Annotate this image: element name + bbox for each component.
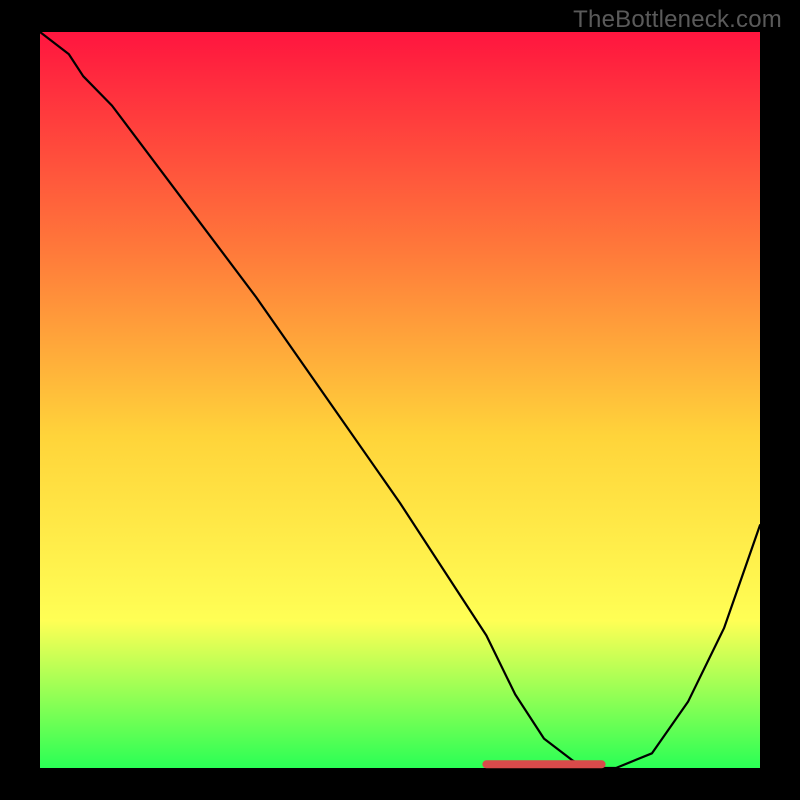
chart-canvas: TheBottleneck.com <box>0 0 800 800</box>
watermark-text: TheBottleneck.com <box>573 6 782 34</box>
plot-gradient-background <box>40 32 760 768</box>
chart-svg <box>0 0 800 800</box>
